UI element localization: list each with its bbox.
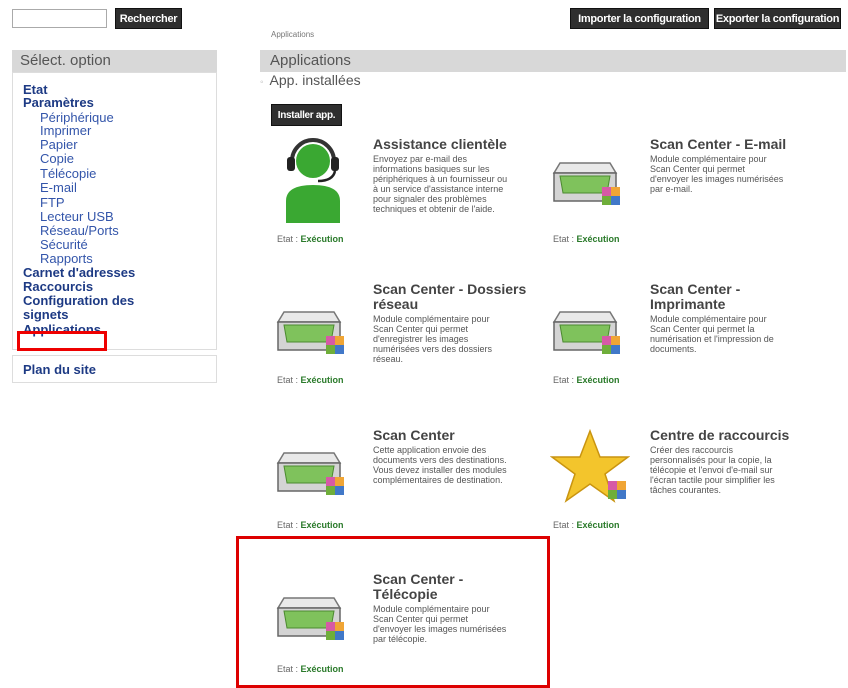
app-description-line: d'envoyer les images numérisées: [650, 174, 784, 184]
app-description-line: Vous devez installer des modules: [373, 465, 507, 475]
nav-item-r-seau-ports[interactable]: Réseau/Ports: [40, 224, 119, 237]
nav-item-e-mail[interactable]: E-mail: [40, 181, 77, 194]
app-description-line: Module complémentaire pour: [650, 314, 767, 324]
scanner-icon[interactable]: [552, 292, 632, 382]
app-highlight-box: [236, 536, 550, 688]
sitemap-link[interactable]: Plan du site: [23, 362, 96, 377]
nav-item-carnet-d-adresses[interactable]: Carnet d'adresses: [23, 266, 135, 279]
status-value: Exécution: [576, 234, 620, 244]
install-app-button[interactable]: Installer app.: [271, 104, 342, 126]
app-description-scan-center: Cette application envoie des documents ve…: [373, 445, 553, 485]
app-description-line: Module complémentaire pour: [373, 314, 490, 324]
app-description-scan-center-dossiers-r-seau: Module complémentaire pour Scan Center qu…: [373, 314, 553, 364]
app-title-assistance-client-le[interactable]: Assistance clientèle: [373, 137, 543, 152]
status-value: Exécution: [300, 520, 344, 530]
app-description-line: numérisées vers des dossiers: [373, 344, 493, 354]
app-title-line: Scan Center -: [650, 281, 741, 297]
scanner-icon[interactable]: [276, 433, 356, 523]
app-description-assistance-client-le: Envoyez par e-mail des informations basiq…: [373, 154, 553, 214]
nav-item-imprimer[interactable]: Imprimer: [40, 124, 91, 137]
import-config-button[interactable]: Importer la configuration: [570, 8, 709, 29]
app-title-scan-center-imprimante[interactable]: Scan Center - Imprimante: [650, 282, 820, 312]
section-marker-icon: ◦: [260, 77, 264, 88]
star-icon[interactable]: [550, 427, 630, 517]
app-description-line: Scan Center qui permet: [650, 164, 746, 174]
app-description-line: personnalisés pour la copie, la: [650, 455, 772, 465]
app-description-line: Créer des raccourcis: [650, 445, 734, 455]
status-value: Exécution: [300, 234, 344, 244]
scanner-icon[interactable]: [276, 292, 356, 382]
breadcrumb: Applications: [271, 30, 315, 39]
nav-item-papier[interactable]: Papier: [40, 138, 78, 151]
app-description-line: à un service d'assistance interne: [373, 184, 504, 194]
nav-item-configuration-des[interactable]: Configuration des: [23, 294, 134, 307]
app-title-scan-center-dossiers-r-seau[interactable]: Scan Center - Dossiers réseau: [373, 282, 543, 312]
app-description-scan-center-imprimante: Module complémentaire pour Scan Center qu…: [650, 314, 830, 354]
app-description-line: l'écran tactile pour simplifier les: [650, 475, 775, 485]
app-description-line: documents vers des destinations.: [373, 455, 507, 465]
status-value: Exécution: [576, 375, 620, 385]
app-title-scan-center-e-mail[interactable]: Scan Center - E-mail: [650, 137, 820, 152]
status-label: Etat :: [553, 520, 577, 530]
app-description-scan-center-e-mail: Module complémentaire pour Scan Center qu…: [650, 154, 830, 194]
app-description-line: Cette application envoie des: [373, 445, 487, 455]
app-description-line: pour signaler des problèmes: [373, 194, 487, 204]
app-description-centre-de-raccourcis: Créer des raccourcis personnalisés pour l…: [650, 445, 830, 495]
status-label: Etat :: [277, 375, 301, 385]
app-description-line: d'enregistrer les images: [373, 334, 469, 344]
status-label: Etat :: [553, 234, 577, 244]
nav-item-param-tres[interactable]: Paramètres: [23, 96, 94, 109]
installed-apps-heading: ◦ App. installées: [260, 72, 361, 88]
app-title-scan-center[interactable]: Scan Center: [373, 428, 543, 443]
app-description-line: numérisation et l'impression de: [650, 334, 774, 344]
nav-item-raccourcis[interactable]: Raccourcis: [23, 280, 93, 293]
status-value: Exécution: [576, 520, 620, 530]
scanner-icon[interactable]: [552, 143, 632, 233]
app-description-line: périphériques à un fournisseur ou: [373, 174, 508, 184]
status-label: Etat :: [553, 375, 577, 385]
app-status-scan-center: Etat : Exécution: [277, 520, 344, 530]
selected-item-highlight: [17, 331, 107, 351]
app-description-line: Envoyez par e-mail des: [373, 154, 468, 164]
app-status-scan-center-e-mail: Etat : Exécution: [553, 234, 620, 244]
search-button[interactable]: Rechercher: [115, 8, 182, 29]
app-status-scan-center-dossiers-r-seau: Etat : Exécution: [277, 375, 344, 385]
nav-item-copie[interactable]: Copie: [40, 152, 74, 165]
installed-apps-label: App. installées: [269, 72, 361, 88]
app-title-line: réseau: [373, 296, 419, 312]
status-label: Etat :: [277, 234, 301, 244]
export-config-button[interactable]: Exporter la configuration: [714, 8, 841, 29]
app-status-scan-center-imprimante: Etat : Exécution: [553, 375, 620, 385]
app-status-assistance-client-le: Etat : Exécution: [277, 234, 344, 244]
app-description-line: Scan Center qui permet la: [650, 324, 755, 334]
app-description-line: complémentaires de destination.: [373, 475, 503, 485]
app-description-line: par e-mail.: [650, 184, 693, 194]
nav-item-s-curit-[interactable]: Sécurité: [40, 238, 88, 251]
app-description-line: télécopie et l'envoi d'e-mail sur: [650, 465, 773, 475]
page-title: Applications: [260, 50, 846, 72]
app-description-line: réseau.: [373, 354, 404, 364]
app-description-line: Module complémentaire pour: [650, 154, 767, 164]
app-description-line: informations basiques sur les: [373, 164, 490, 174]
select-option-header: Sélect. option: [12, 50, 217, 72]
status-label: Etat :: [277, 520, 301, 530]
app-description-line: documents.: [650, 344, 697, 354]
app-title-centre-de-raccourcis[interactable]: Centre de raccourcis: [650, 428, 820, 443]
nav-item-ftp[interactable]: FTP: [40, 196, 65, 209]
app-title-line: Scan Center - Dossiers: [373, 281, 527, 297]
app-description-line: techniques et obtenir de l'aide.: [373, 204, 495, 214]
search-input[interactable]: [12, 9, 107, 28]
app-description-line: tâches courantes.: [650, 485, 722, 495]
app-description-line: Scan Center qui permet: [373, 324, 469, 334]
nav-item-signets[interactable]: signets: [23, 308, 69, 321]
nav-item-t-l-copie[interactable]: Télécopie: [40, 167, 96, 180]
app-title-line: Imprimante: [650, 296, 726, 312]
nav-item-rapports[interactable]: Rapports: [40, 252, 93, 265]
status-value: Exécution: [300, 375, 344, 385]
app-status-centre-de-raccourcis: Etat : Exécution: [553, 520, 620, 530]
nav-item-lecteur-usb[interactable]: Lecteur USB: [40, 210, 114, 223]
support-agent-icon[interactable]: [278, 135, 358, 225]
sitemap-panel: Plan du site: [12, 355, 217, 383]
